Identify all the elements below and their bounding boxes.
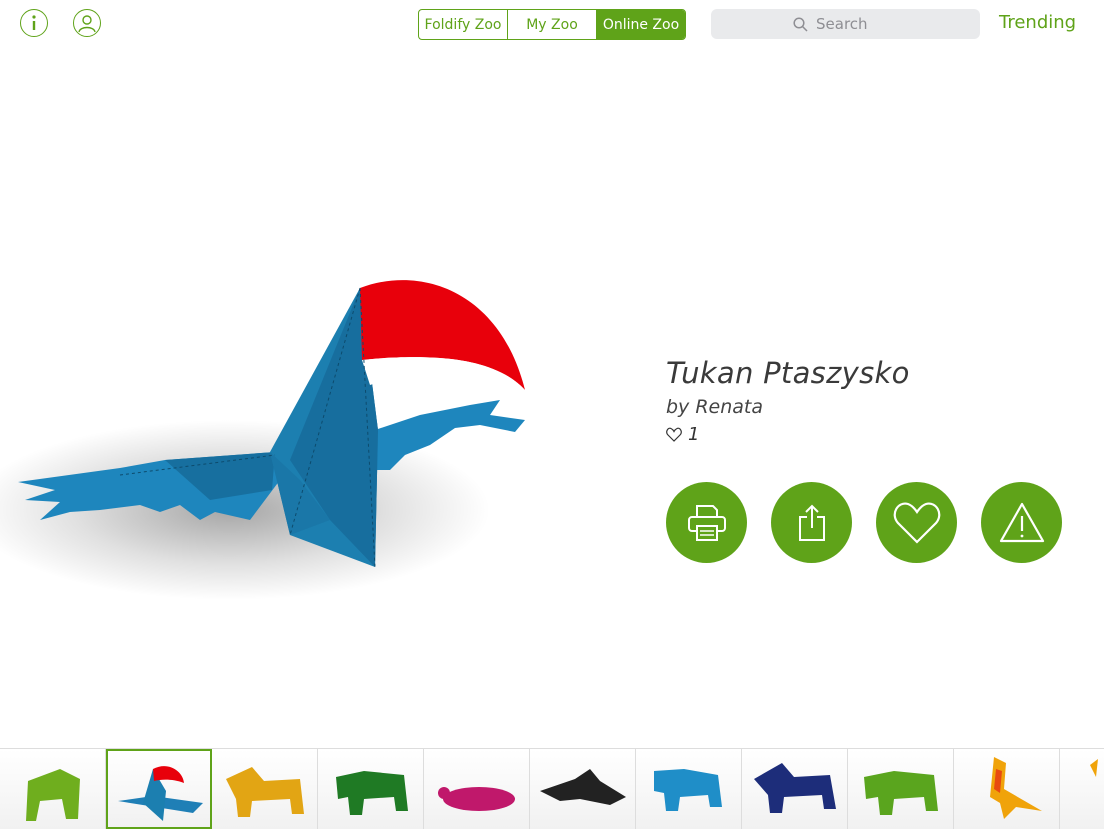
thumbnail-toucan[interactable] bbox=[106, 749, 212, 829]
heart-outline-icon bbox=[666, 427, 682, 442]
info-icon[interactable] bbox=[20, 9, 48, 37]
thumbnail-gorilla[interactable] bbox=[0, 749, 106, 829]
trending-button[interactable]: Trending bbox=[999, 12, 1076, 33]
tab-foldify-zoo[interactable]: Foldify Zoo bbox=[419, 10, 508, 39]
print-button[interactable] bbox=[666, 482, 747, 563]
likes-value: 1 bbox=[688, 424, 700, 445]
thumbnail-black-bird[interactable] bbox=[530, 749, 636, 829]
tab-online-zoo[interactable]: Online Zoo bbox=[597, 10, 685, 39]
thumbnail-patterned-bird[interactable] bbox=[954, 749, 1060, 829]
search-bar[interactable] bbox=[711, 9, 980, 39]
model-details: Tukan Ptaszysko by Renata 1 bbox=[666, 356, 910, 445]
heart-icon bbox=[893, 501, 940, 544]
thumbnail-yellow-rhino[interactable] bbox=[212, 749, 318, 829]
toucan-model-image[interactable] bbox=[0, 200, 560, 630]
thumbnail-partial[interactable] bbox=[1060, 749, 1104, 829]
zoo-segmented-control: Foldify Zoo My Zoo Online Zoo bbox=[418, 9, 686, 40]
thumbnail-turtle[interactable] bbox=[424, 749, 530, 829]
thumbnail-green-elephant-2[interactable] bbox=[848, 749, 954, 829]
report-button[interactable] bbox=[981, 482, 1062, 563]
model-title: Tukan Ptaszysko bbox=[666, 356, 910, 390]
search-icon bbox=[793, 16, 808, 32]
model-stage: Tukan Ptaszysko by Renata 1 bbox=[0, 50, 1104, 748]
share-button[interactable] bbox=[771, 482, 852, 563]
thumbnail-blue-elephant[interactable] bbox=[636, 749, 742, 829]
share-icon bbox=[798, 504, 825, 541]
likes-count: 1 bbox=[666, 424, 910, 445]
tab-my-zoo[interactable]: My Zoo bbox=[508, 10, 597, 39]
action-buttons bbox=[666, 482, 1062, 563]
thumbnail-navy-rhino[interactable] bbox=[742, 749, 848, 829]
user-icon[interactable] bbox=[73, 9, 101, 37]
warning-icon bbox=[999, 502, 1044, 542]
printer-icon bbox=[687, 504, 726, 541]
search-input[interactable] bbox=[814, 14, 898, 34]
top-bar: Foldify Zoo My Zoo Online Zoo Trending bbox=[0, 0, 1104, 50]
favorite-button[interactable] bbox=[876, 482, 957, 563]
model-thumbnail-strip[interactable] bbox=[0, 748, 1104, 829]
model-author: by Renata bbox=[666, 396, 764, 418]
thumbnail-green-elephant[interactable] bbox=[318, 749, 424, 829]
